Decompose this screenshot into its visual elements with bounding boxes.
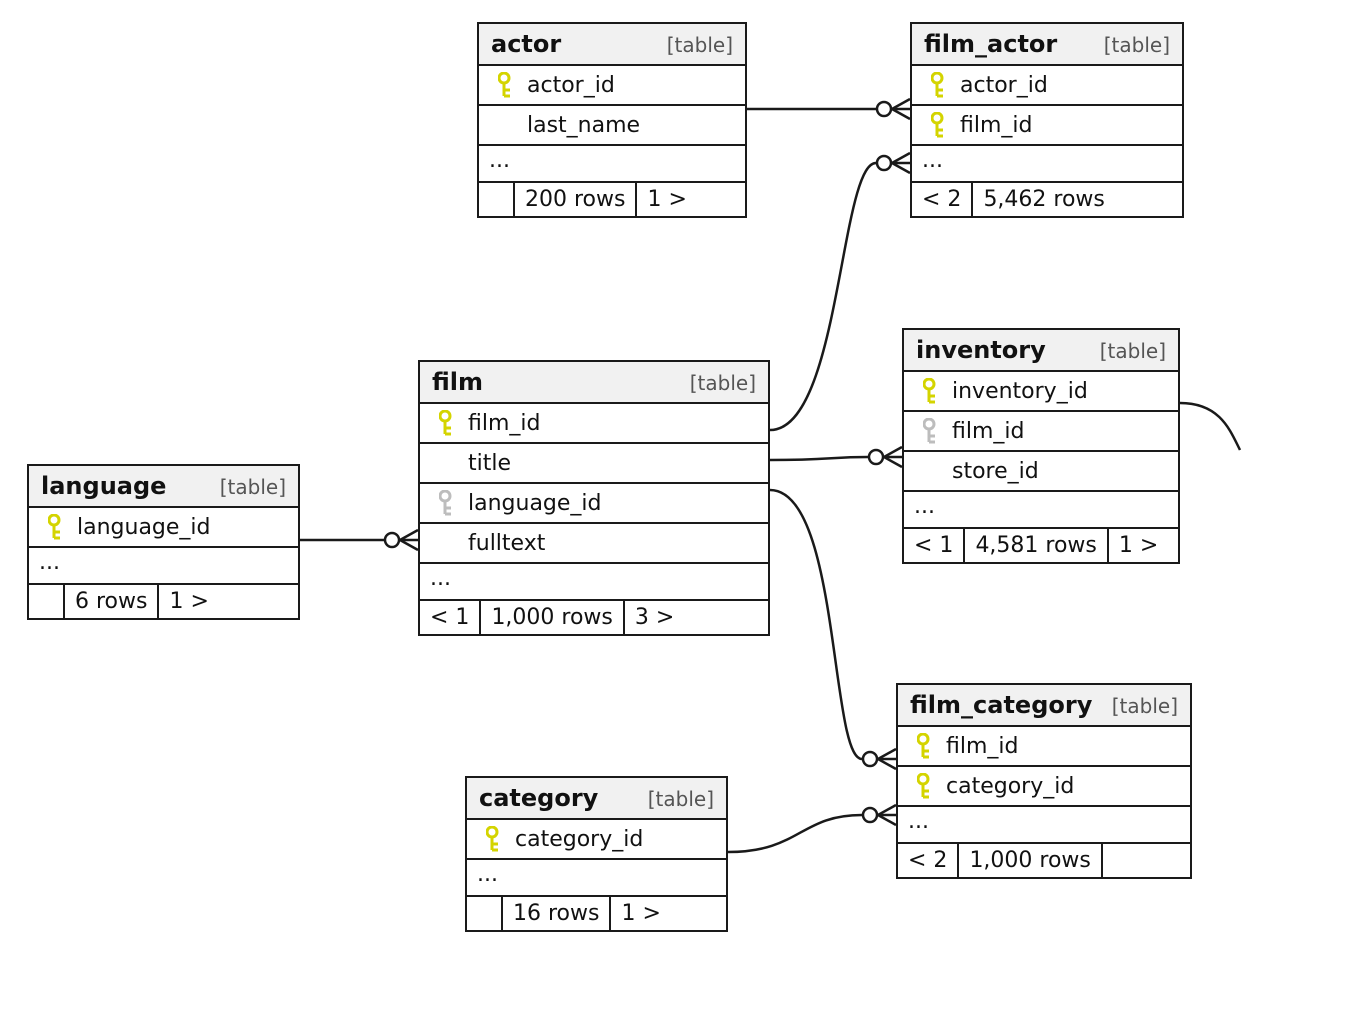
row-count: 5,462 rows <box>973 183 1114 216</box>
more-indicator: ... <box>898 807 1190 844</box>
in-count: < 2 <box>912 183 973 216</box>
row-count: 200 rows <box>515 183 637 216</box>
more-indicator: ... <box>479 146 745 183</box>
entity-title: film_category <box>910 691 1092 719</box>
column-row: film_id <box>420 404 768 444</box>
entity-actor: actor [table] actor_id last_name ... 200… <box>477 22 747 218</box>
entity-footer: < 1 1,000 rows 3 > <box>420 601 768 634</box>
entity-type-label: [table] <box>1112 694 1178 718</box>
entity-language: language [table] language_id ... 6 rows … <box>27 464 300 620</box>
out-count: 1 > <box>637 183 696 216</box>
column-row: film_id <box>904 412 1178 452</box>
out-count: 3 > <box>625 601 684 634</box>
out-count: 1 > <box>611 897 670 930</box>
in-count: < 2 <box>898 844 959 877</box>
column-row: language_id <box>420 484 768 524</box>
in-count: < 1 <box>904 529 965 562</box>
entity-film-actor: film_actor [table] actor_id film_id ... … <box>910 22 1184 218</box>
column-name: actor_id <box>527 73 615 98</box>
key-icon <box>910 773 938 799</box>
column-name: category_id <box>515 827 643 852</box>
entity-category: category [table] category_id ... 16 rows… <box>465 776 728 932</box>
column-row: film_id <box>898 727 1190 767</box>
column-name: store_id <box>952 459 1039 484</box>
key-icon <box>916 378 944 404</box>
column-name: fulltext <box>468 531 545 556</box>
key-icon <box>41 514 69 540</box>
er-diagram-canvas: actor [table] actor_id last_name ... 200… <box>0 0 1356 1036</box>
entity-title: film_actor <box>924 30 1057 58</box>
column-row: film_id <box>912 106 1182 146</box>
entity-type-label: [table] <box>648 787 714 811</box>
more-indicator: ... <box>912 146 1182 183</box>
column-row: language_id <box>29 508 298 548</box>
column-name: film_id <box>946 734 1018 759</box>
row-count: 1,000 rows <box>481 601 624 634</box>
column-name: category_id <box>946 774 1074 799</box>
entity-title: inventory <box>916 336 1046 364</box>
column-name: last_name <box>527 113 640 138</box>
key-icon <box>924 72 952 98</box>
key-icon <box>924 112 952 138</box>
column-name: language_id <box>77 515 211 540</box>
row-count: 6 rows <box>65 585 159 618</box>
entity-film-category: film_category [table] film_id category_i… <box>896 683 1192 879</box>
column-name: film_id <box>468 411 540 436</box>
column-row: fulltext <box>420 524 768 564</box>
entity-title: language <box>41 472 166 500</box>
column-row: actor_id <box>479 66 745 106</box>
entity-film: film [table] film_id title language_id f… <box>418 360 770 636</box>
more-indicator: ... <box>467 860 726 897</box>
key-icon <box>432 410 460 436</box>
column-row: category_id <box>898 767 1190 807</box>
entity-inventory: inventory [table] inventory_id film_id s… <box>902 328 1180 564</box>
entity-footer: < 1 4,581 rows 1 > <box>904 529 1178 562</box>
more-indicator: ... <box>29 548 298 585</box>
entity-type-label: [table] <box>690 371 756 395</box>
key-icon <box>916 418 944 444</box>
column-row: last_name <box>479 106 745 146</box>
out-count: 1 > <box>159 585 218 618</box>
column-name: actor_id <box>960 73 1048 98</box>
more-indicator: ... <box>904 492 1178 529</box>
column-row: category_id <box>467 820 726 860</box>
column-name: title <box>468 451 511 476</box>
column-row: title <box>420 444 768 484</box>
column-name: film_id <box>952 419 1024 444</box>
key-icon <box>910 733 938 759</box>
more-indicator: ... <box>420 564 768 601</box>
entity-footer: 200 rows 1 > <box>479 183 745 216</box>
entity-type-label: [table] <box>220 475 286 499</box>
column-name: inventory_id <box>952 379 1088 404</box>
key-icon <box>432 490 460 516</box>
column-row: actor_id <box>912 66 1182 106</box>
row-count: 1,000 rows <box>959 844 1102 877</box>
row-count: 4,581 rows <box>965 529 1108 562</box>
column-row: store_id <box>904 452 1178 492</box>
entity-type-label: [table] <box>1104 33 1170 57</box>
entity-footer: 16 rows 1 > <box>467 897 726 930</box>
entity-footer: < 2 1,000 rows <box>898 844 1190 877</box>
entity-type-label: [table] <box>1100 339 1166 363</box>
out-count: 1 > <box>1109 529 1168 562</box>
entity-title: film <box>432 368 483 396</box>
key-icon <box>491 72 519 98</box>
entity-footer: 6 rows 1 > <box>29 585 298 618</box>
in-count: < 1 <box>420 601 481 634</box>
column-name: film_id <box>960 113 1032 138</box>
entity-title: category <box>479 784 598 812</box>
column-row: inventory_id <box>904 372 1178 412</box>
entity-footer: < 2 5,462 rows <box>912 183 1182 216</box>
entity-type-label: [table] <box>667 33 733 57</box>
entity-title: actor <box>491 30 561 58</box>
column-name: language_id <box>468 491 602 516</box>
key-icon <box>479 826 507 852</box>
row-count: 16 rows <box>503 897 611 930</box>
